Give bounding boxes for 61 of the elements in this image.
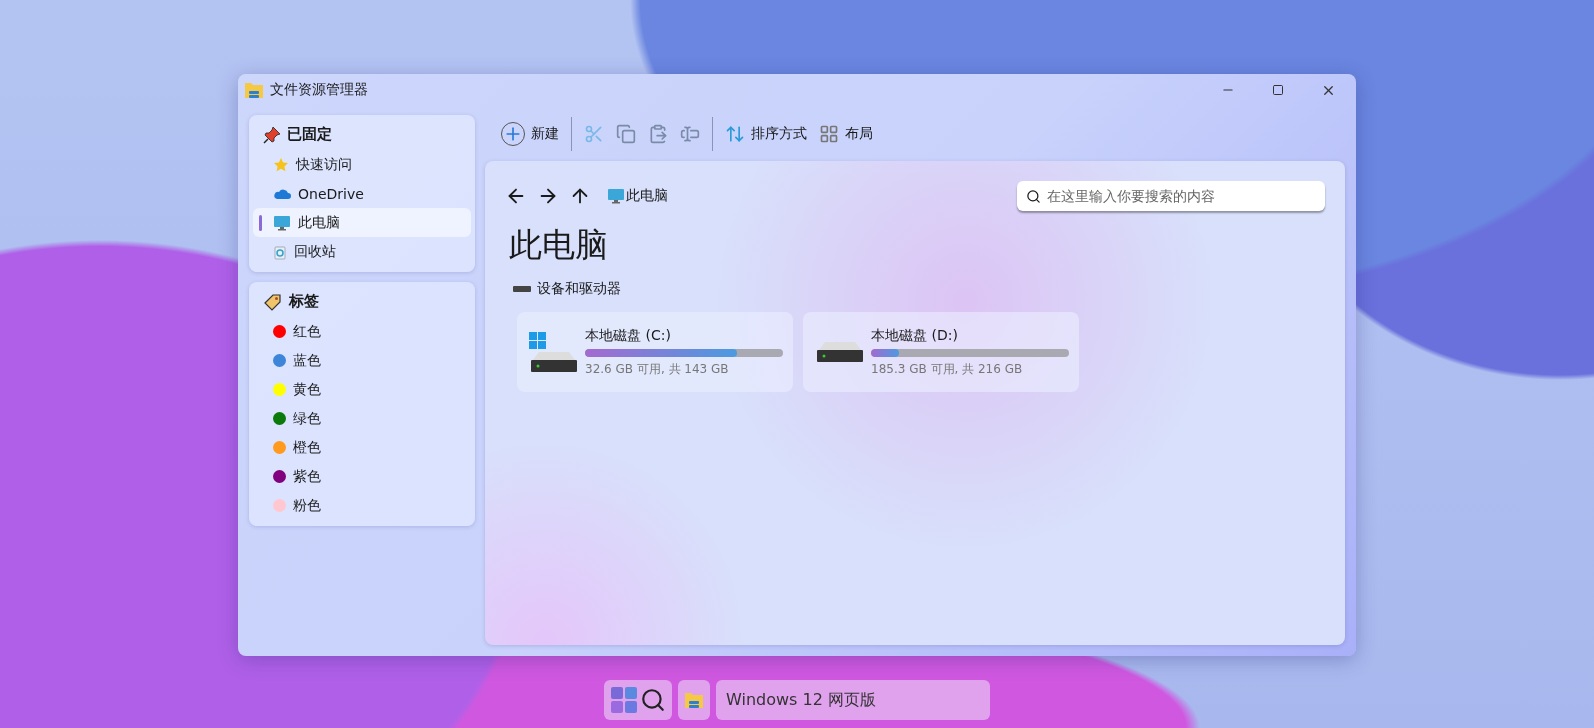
tag-label: 黄色 [293,380,321,399]
drive-card[interactable]: 本地磁盘 (C:) 32.6 GB 可用, 共 143 GB [517,312,793,392]
pushpin-icon [263,125,281,144]
tag-item[interactable]: 红色 [253,317,471,346]
recycle-bin-icon [273,243,287,260]
sidebar-item[interactable]: 回收站 [253,237,471,266]
tags-heading: 标签 [289,292,319,311]
copy-icon[interactable] [616,124,636,144]
sidebar-item[interactable]: 此电脑 [253,208,471,237]
new-button[interactable]: 新建 [501,122,559,146]
tag-label: 红色 [293,322,321,341]
monitor-icon [273,214,291,231]
window-title: 文件资源管理器 [270,81,369,99]
sidebar-item-label: OneDrive [298,185,364,202]
drive-name: 本地磁盘 (C:) [585,326,672,345]
tag-item[interactable]: 粉色 [253,491,471,520]
folder-icon [684,691,704,709]
cut-icon[interactable] [584,124,604,144]
drive-icon [513,285,531,293]
cloud-icon [273,187,291,200]
layout-button[interactable]: 布局 [819,124,873,144]
sort-arrows-icon [725,124,745,144]
tag-item[interactable]: 绿色 [253,404,471,433]
start-search-button[interactable] [604,680,672,720]
search-icon [640,687,666,713]
tag-label: 橙色 [293,438,321,457]
windows-logo-icon [610,686,638,714]
taskbar-label: Windows 12 网页版 [716,680,990,720]
pinned-heading: 已固定 [287,125,332,144]
section-heading: 设备和驱动器 [537,280,621,298]
system-drive-icon [527,330,579,374]
drive-name: 本地磁盘 (D:) [871,326,959,345]
address-location[interactable]: 此电脑 [626,187,668,205]
sort-button[interactable]: 排序方式 [725,124,807,144]
paste-icon[interactable] [648,124,668,144]
page-title: 此电脑 [509,224,609,266]
sidebar-item-label: 快速访问 [296,155,352,174]
sidebar-item[interactable]: OneDrive [253,179,471,208]
file-explorer-taskbar-button[interactable] [678,680,710,720]
tag-label: 绿色 [293,409,321,428]
drive-space-reading: 32.6 GB 可用, 共 143 GB [585,360,730,378]
drive-card[interactable]: 本地磁盘 (D:) 185.3 GB 可用, 共 216 GB [803,312,1079,392]
rename-icon[interactable] [680,124,700,144]
search-field[interactable]: 在这里输入你要搜索的内容 [1017,181,1325,211]
tag-label: 紫色 [293,467,321,486]
maximize-icon [1272,84,1284,96]
sidebar-item[interactable]: 快速访问 [253,150,471,179]
star-icon [273,156,289,173]
sidebar-item-label: 回收站 [294,242,336,261]
tag-item[interactable]: 黄色 [253,375,471,404]
folder-icon [244,81,264,99]
tag-item[interactable]: 橙色 [253,433,471,462]
monitor-icon [607,188,625,204]
drive-space-reading: 185.3 GB 可用, 共 216 GB [871,360,1024,378]
tag-item[interactable]: 紫色 [253,462,471,491]
tag-icon [263,292,283,311]
sidebar-item-label: 此电脑 [298,213,340,232]
tag-label: 蓝色 [293,351,321,370]
tag-item[interactable]: 蓝色 [253,346,471,375]
tag-label: 粉色 [293,496,321,515]
grid-icon [819,124,839,144]
